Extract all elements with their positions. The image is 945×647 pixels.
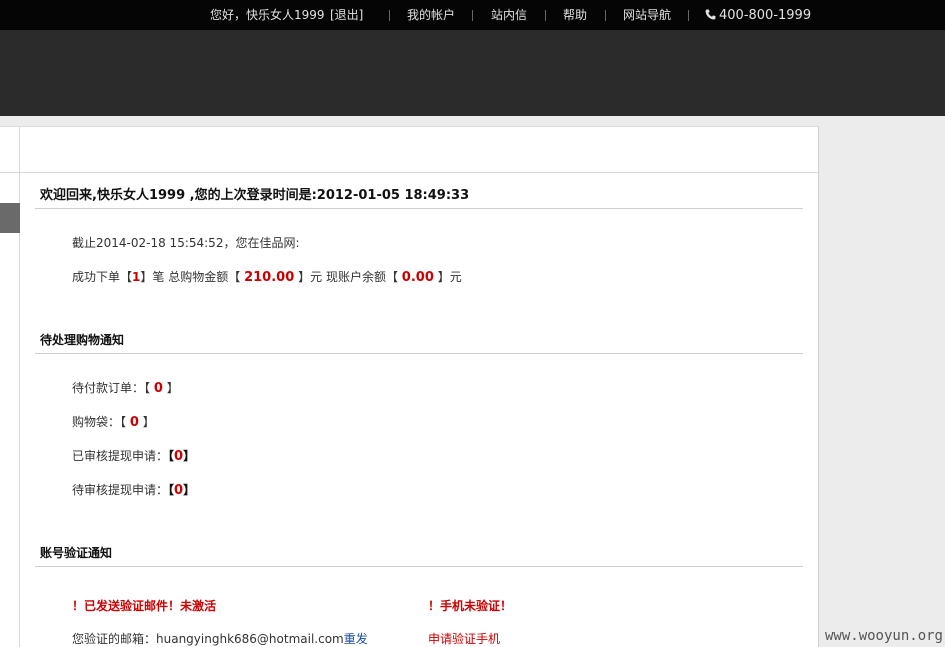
divider [35, 566, 803, 567]
verify-section-title: 账号验证通知 [40, 546, 113, 560]
messages-link[interactable]: 站内信 [491, 0, 527, 30]
divider [688, 10, 689, 21]
divider [35, 353, 803, 354]
my-account-link[interactable]: 我的帐户 [407, 0, 455, 30]
divider [35, 208, 803, 209]
balance-label: 现账户余额 [325, 270, 386, 284]
phone-icon [705, 9, 716, 20]
unit-yuan: 元 [310, 270, 323, 284]
verified-email-row: 您验证的邮箱：huangyinghk686@hotmail.com重发 [72, 630, 368, 647]
orders-prefix: 成功下单 [72, 270, 121, 284]
welcome-message: 欢迎回来,快乐女人1999 ,您的上次登录时间是:2012-01-05 18:4… [40, 188, 470, 203]
divider [605, 10, 606, 21]
sidebar-active-tab[interactable] [0, 203, 20, 233]
help-link[interactable]: 帮助 [563, 0, 587, 30]
summary-date-line: 截止2014-02-18 15:54:52，您在佳品网: [72, 236, 300, 250]
review-withdrawal-row[interactable]: 待审核提现申请：【0】 [72, 481, 195, 498]
phone-unverified-warning: ！手机未验证！ [428, 599, 513, 613]
cart-row[interactable]: 购物袋：【 0 】 [72, 413, 155, 430]
cart-count[interactable]: 0 [130, 415, 139, 430]
divider [472, 10, 473, 21]
approved-withdrawal-row[interactable]: 已审核提现申请：【0】 [72, 447, 195, 464]
total-amount: 210.00 [244, 270, 295, 285]
pending-section-title: 待处理购物通知 [40, 333, 125, 347]
logout-link[interactable]: [退出] [330, 0, 363, 30]
account-balance: 0.00 [401, 270, 434, 285]
site-nav-link[interactable]: 网站导航 [623, 0, 671, 30]
email-unverified-warning: ！已发送验证邮件！未激活 [72, 599, 217, 613]
apply-phone-verify-link[interactable]: 申请验证手机 [428, 630, 500, 647]
user-greeting: 您好，快乐女人1999 [210, 8, 325, 22]
summary-order-line: 成功下单【1】笔 总购物金额【 210.00 】元 现账户余额【 0.00 】元 [72, 270, 462, 285]
panel-tab-bar [0, 127, 818, 173]
phone-number: 400-800-1999 [719, 8, 812, 23]
divider [545, 10, 546, 21]
watermark: www.wooyun.org [824, 628, 943, 644]
orders-mid: 笔 总购物金额 [152, 270, 229, 284]
phone-info: 400-800-1999 [705, 0, 811, 30]
divider [389, 10, 390, 21]
unit-yuan: 元 [449, 270, 462, 284]
unpaid-orders-row[interactable]: 待付款订单：【 0 】 [72, 379, 179, 396]
site-header [0, 30, 945, 116]
approved-count[interactable]: 0 [174, 449, 183, 464]
top-bar: 您好，快乐女人1999 [退出] 我的帐户 站内信 帮助 网站导航 400-80… [0, 0, 945, 30]
unpaid-count[interactable]: 0 [154, 381, 163, 396]
review-count[interactable]: 0 [174, 483, 183, 498]
